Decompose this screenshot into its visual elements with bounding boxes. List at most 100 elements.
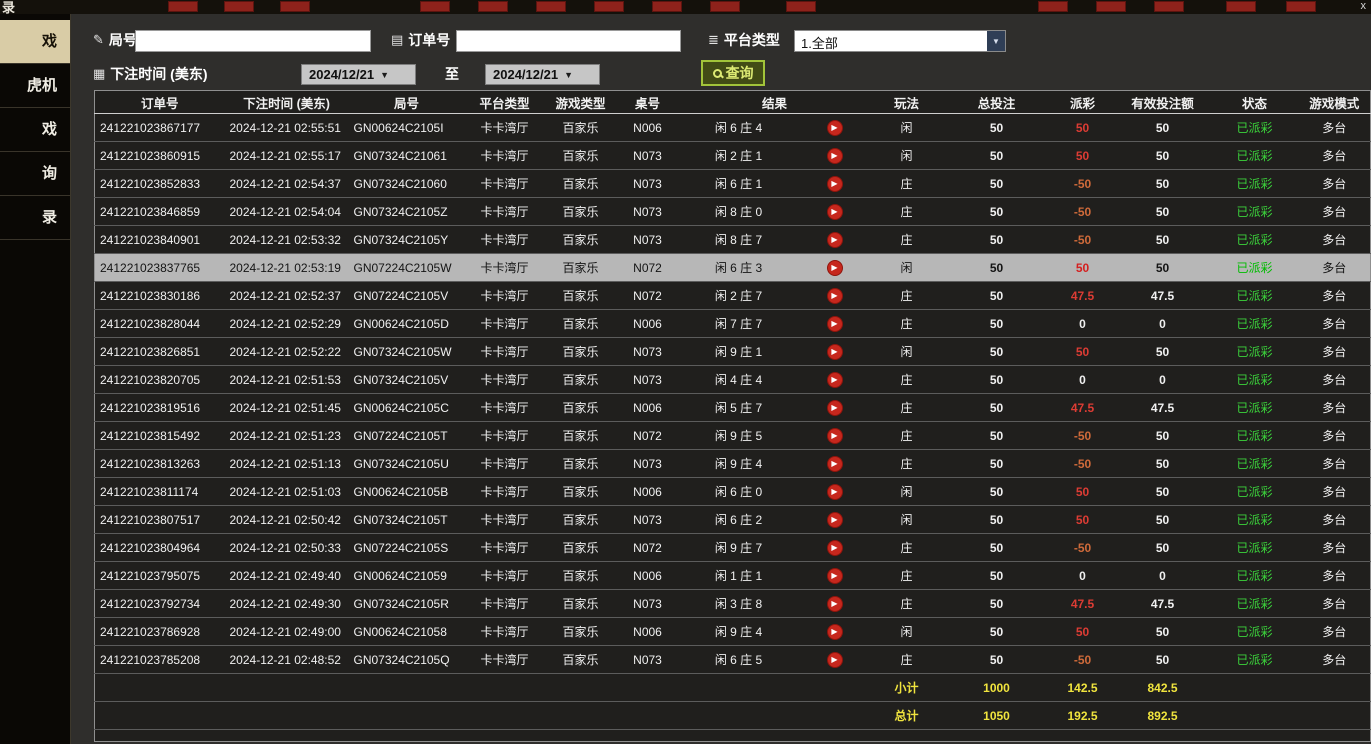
- play-icon[interactable]: ▶: [827, 344, 843, 360]
- search-button[interactable]: 查询: [701, 60, 765, 86]
- cell-platform: 卡卡湾厅: [465, 338, 545, 366]
- play-icon[interactable]: ▶: [827, 372, 843, 388]
- play-icon[interactable]: ▶: [827, 652, 843, 668]
- top-strip-chip: [168, 1, 198, 12]
- cell-bet-side: 闲: [871, 618, 943, 646]
- date-to-picker[interactable]: 2024/12/21 ▼: [485, 64, 600, 85]
- cell-table-no: N006: [617, 310, 679, 338]
- sidebar-item-label: 询: [42, 165, 57, 182]
- table-row[interactable]: 241221023811174 2024-12-21 02:51:03 GN00…: [95, 478, 1371, 506]
- sidebar-item-records[interactable]: 录: [0, 196, 70, 240]
- platform-select-value: 1.全部: [795, 31, 987, 51]
- table-row[interactable]: 241221023852833 2024-12-21 02:54:37 GN07…: [95, 170, 1371, 198]
- table-row[interactable]: 241221023846859 2024-12-21 02:54:04 GN07…: [95, 198, 1371, 226]
- play-icon[interactable]: ▶: [827, 596, 843, 612]
- cell-payout: 50: [1051, 506, 1115, 534]
- cell-valid-bet: 50: [1115, 450, 1211, 478]
- table-row[interactable]: 241221023826851 2024-12-21 02:52:22 GN07…: [95, 338, 1371, 366]
- cell-payout: -50: [1051, 226, 1115, 254]
- platform-select[interactable]: 1.全部 ▼: [794, 30, 1006, 52]
- cell-replay: ▶: [799, 282, 871, 310]
- table-row[interactable]: 241221023815492 2024-12-21 02:51:23 GN07…: [95, 422, 1371, 450]
- cell-result: 闲 6 庄 0: [679, 478, 799, 506]
- cell-total-bet: 50: [943, 310, 1051, 338]
- cell-valid-bet: 50: [1115, 198, 1211, 226]
- cell-game-type: 百家乐: [545, 310, 617, 338]
- total-payout: 192.5: [1051, 702, 1115, 730]
- play-icon[interactable]: ▶: [827, 288, 843, 304]
- table-row[interactable]: 241221023792734 2024-12-21 02:49:30 GN07…: [95, 590, 1371, 618]
- table-row[interactable]: 241221023785208 2024-12-21 02:48:52 GN07…: [95, 646, 1371, 674]
- cell-game-mode: 多台: [1299, 394, 1371, 422]
- top-strip-chip: [478, 1, 508, 12]
- table-header-row: 订单号 下注时间 (美东) 局号 平台类型 游戏类型 桌号 结果 玩法 总投注 …: [95, 91, 1371, 114]
- cell-bet-time: 2024-12-21 02:51:23: [225, 422, 349, 450]
- table-row[interactable]: 241221023830186 2024-12-21 02:52:37 GN07…: [95, 282, 1371, 310]
- cell-platform: 卡卡湾厅: [465, 534, 545, 562]
- cell-platform: 卡卡湾厅: [465, 422, 545, 450]
- order-no-input[interactable]: [456, 30, 681, 52]
- play-icon[interactable]: ▶: [827, 568, 843, 584]
- cell-valid-bet: 50: [1115, 422, 1211, 450]
- table-row[interactable]: 241221023820705 2024-12-21 02:51:53 GN07…: [95, 366, 1371, 394]
- play-icon[interactable]: ▶: [827, 148, 843, 164]
- play-icon[interactable]: ▶: [827, 176, 843, 192]
- cell-bet-side: 庄: [871, 590, 943, 618]
- table-row[interactable]: 241221023828044 2024-12-21 02:52:29 GN00…: [95, 310, 1371, 338]
- table-row[interactable]: 241221023837765 2024-12-21 02:53:19 GN07…: [95, 254, 1371, 282]
- cell-game-mode: 多台: [1299, 198, 1371, 226]
- table-row[interactable]: 241221023819516 2024-12-21 02:51:45 GN00…: [95, 394, 1371, 422]
- date-from-picker[interactable]: 2024/12/21 ▼: [301, 64, 416, 85]
- sidebar-item-query[interactable]: 询: [0, 152, 70, 196]
- col-header-table: 桌号: [617, 91, 679, 114]
- table-row[interactable]: 241221023860915 2024-12-21 02:55:17 GN07…: [95, 142, 1371, 170]
- table-row[interactable]: 241221023795075 2024-12-21 02:49:40 GN00…: [95, 562, 1371, 590]
- play-icon[interactable]: ▶: [827, 316, 843, 332]
- cell-payout: -50: [1051, 422, 1115, 450]
- cell-bet-time: 2024-12-21 02:52:37: [225, 282, 349, 310]
- subtotal-payout: 142.5: [1051, 674, 1115, 702]
- cell-valid-bet: 47.5: [1115, 282, 1211, 310]
- cell-bet-time: 2024-12-21 02:54:37: [225, 170, 349, 198]
- main-panel: ✎ 局号 ▤ 订单号 ≣ 平台类型 1.全部 ▼ ▦ 下注时间 (美东) 202…: [72, 14, 1371, 744]
- cell-total-bet: 50: [943, 114, 1051, 142]
- play-icon[interactable]: ▶: [827, 232, 843, 248]
- play-icon[interactable]: ▶: [827, 456, 843, 472]
- table-row[interactable]: 241221023813263 2024-12-21 02:51:13 GN07…: [95, 450, 1371, 478]
- cell-bet-time: 2024-12-21 02:55:17: [225, 142, 349, 170]
- sidebar-item-game[interactable]: 戏: [0, 108, 70, 152]
- document-icon: ▤: [391, 32, 403, 48]
- cell-platform: 卡卡湾厅: [465, 142, 545, 170]
- cell-valid-bet: 50: [1115, 618, 1211, 646]
- table-row[interactable]: 241221023804964 2024-12-21 02:50:33 GN07…: [95, 534, 1371, 562]
- cell-platform: 卡卡湾厅: [465, 226, 545, 254]
- table-row[interactable]: 241221023786928 2024-12-21 02:49:00 GN00…: [95, 618, 1371, 646]
- cell-payout: 47.5: [1051, 394, 1115, 422]
- cell-status: 已派彩: [1211, 478, 1299, 506]
- play-icon[interactable]: ▶: [827, 512, 843, 528]
- cell-round-no: GN00624C21059: [349, 562, 465, 590]
- sidebar-item-slots[interactable]: 虎机: [0, 64, 70, 108]
- play-icon[interactable]: ▶: [827, 260, 843, 276]
- cell-bet-side: 庄: [871, 422, 943, 450]
- round-no-input[interactable]: [135, 30, 371, 52]
- cell-bet-time: 2024-12-21 02:55:51: [225, 114, 349, 142]
- cell-status: 已派彩: [1211, 338, 1299, 366]
- table-row[interactable]: 241221023840901 2024-12-21 02:53:32 GN07…: [95, 226, 1371, 254]
- cell-status: 已派彩: [1211, 590, 1299, 618]
- cell-game-type: 百家乐: [545, 170, 617, 198]
- play-icon[interactable]: ▶: [827, 400, 843, 416]
- cell-order-no: 241221023830186: [95, 282, 225, 310]
- table-row[interactable]: 241221023807517 2024-12-21 02:50:42 GN07…: [95, 506, 1371, 534]
- close-icon[interactable]: x: [1361, 0, 1367, 13]
- play-icon[interactable]: ▶: [827, 120, 843, 136]
- play-icon[interactable]: ▶: [827, 484, 843, 500]
- sidebar-item-live-game[interactable]: 戏: [0, 20, 70, 64]
- play-icon[interactable]: ▶: [827, 204, 843, 220]
- play-icon[interactable]: ▶: [827, 540, 843, 556]
- play-icon[interactable]: ▶: [827, 428, 843, 444]
- to-label: 至: [445, 64, 459, 84]
- col-header-order: 订单号: [95, 91, 225, 114]
- play-icon[interactable]: ▶: [827, 624, 843, 640]
- table-row[interactable]: 241221023867177 2024-12-21 02:55:51 GN00…: [95, 114, 1371, 142]
